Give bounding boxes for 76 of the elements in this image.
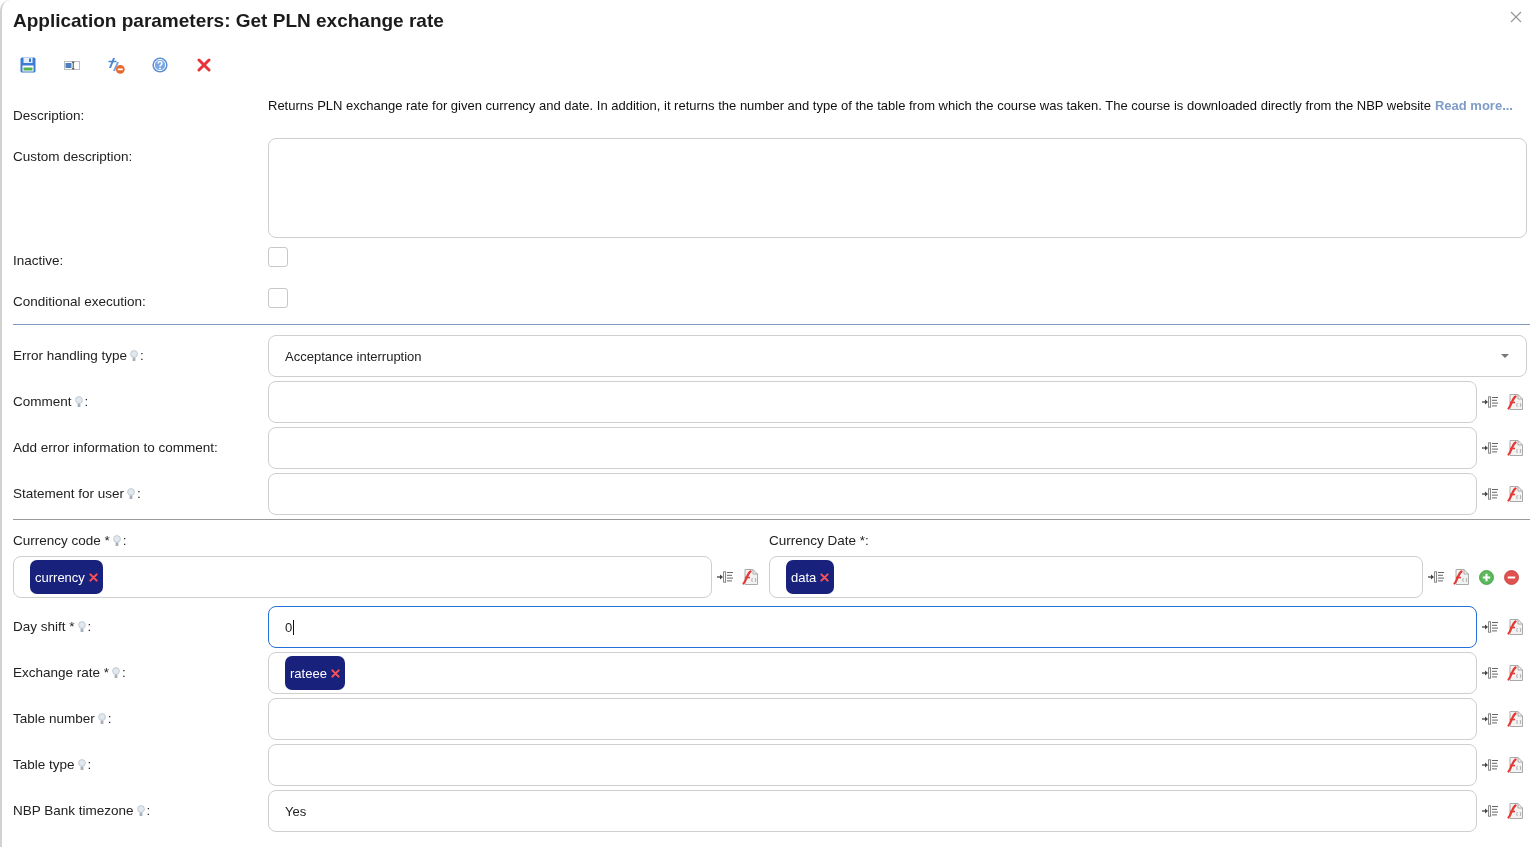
description-text: Returns PLN exchange rate for given currency and date. In addition, it returns the number and type of the table from which the course was taken. The course is downloaded directly from the NBP website Read more... <box>268 98 1514 114</box>
function-icon[interactable] <box>1507 394 1523 410</box>
input-field[interactable] <box>268 473 1477 515</box>
function-icon[interactable] <box>1507 757 1523 773</box>
remove-icon[interactable] <box>1504 569 1519 585</box>
insert-variable-icon[interactable] <box>1482 713 1498 725</box>
insert-variable-icon[interactable] <box>1482 621 1498 633</box>
field-label: Statement for user <box>13 486 125 502</box>
checkbox-label: Inactive: <box>13 252 65 269</box>
field-label: Day shift * <box>13 619 75 635</box>
label-colon: : <box>87 757 92 773</box>
checkbox[interactable] <box>268 247 288 267</box>
function-icon[interactable] <box>1507 803 1523 819</box>
remove-tag-icon[interactable] <box>820 572 830 582</box>
label-colon: : <box>87 619 92 635</box>
cancel-icon[interactable] <box>197 58 211 72</box>
remove-tag-icon[interactable] <box>330 668 340 678</box>
function-icon[interactable] <box>1453 569 1469 585</box>
function-icon[interactable] <box>1507 440 1523 456</box>
checkbox-label: Conditional execution: <box>13 293 147 310</box>
field-label: Exchange rate * <box>13 665 110 681</box>
input-field[interactable]: 0 <box>268 606 1477 648</box>
input-field[interactable] <box>268 744 1477 786</box>
remove-tag-icon[interactable] <box>88 572 98 582</box>
checkbox[interactable] <box>268 288 288 308</box>
label-colon: : <box>122 665 126 681</box>
function-icon[interactable] <box>1507 486 1523 502</box>
insert-variable-icon[interactable] <box>1482 442 1498 454</box>
field-label: Comment <box>13 394 72 410</box>
help-icon[interactable] <box>152 57 168 73</box>
save-icon[interactable] <box>20 57 36 73</box>
field-label: Description: <box>13 107 86 124</box>
text-cursor <box>293 619 295 635</box>
variable-tag[interactable]: rateee <box>285 656 345 690</box>
function-icon[interactable] <box>1507 619 1523 635</box>
translation-icon[interactable] <box>107 56 125 74</box>
custom-description-field[interactable] <box>268 138 1527 238</box>
label-colon: : <box>146 803 151 819</box>
insert-variable-icon[interactable] <box>717 571 733 583</box>
input-field[interactable]: data <box>769 556 1423 598</box>
label-colon: : <box>122 533 127 549</box>
field-label: Table type <box>13 757 75 773</box>
window-title: Application parameters: Get PLN exchange rate <box>13 10 444 32</box>
insert-variable-icon[interactable] <box>1482 667 1498 679</box>
close-icon[interactable] <box>1510 11 1522 23</box>
field-label: Custom description: <box>13 148 134 165</box>
insert-variable-icon[interactable] <box>1482 759 1498 771</box>
field-label: Error handling type <box>13 348 128 364</box>
caret-icon <box>1501 354 1509 358</box>
label-colon: : <box>137 486 141 502</box>
insert-variable-icon[interactable] <box>1482 396 1498 408</box>
label-colon: : <box>107 711 112 727</box>
variable-tag[interactable]: data <box>786 560 835 594</box>
function-icon[interactable] <box>742 569 758 585</box>
text-field-icon[interactable] <box>64 60 80 70</box>
field-label: Table number <box>13 711 95 727</box>
insert-variable-icon[interactable] <box>1482 805 1498 817</box>
function-icon[interactable] <box>1507 665 1523 681</box>
label-colon: : <box>140 348 144 364</box>
field-label: Currency Date *: <box>769 533 869 549</box>
input-field[interactable]: currency <box>13 556 712 598</box>
add-icon[interactable] <box>1479 569 1494 585</box>
input-field[interactable] <box>268 698 1477 740</box>
input-field[interactable] <box>268 427 1477 469</box>
label-colon: : <box>84 394 89 410</box>
field-label: Add error information to comment: <box>13 440 218 456</box>
input-field[interactable]: rateee <box>268 652 1477 694</box>
insert-variable-icon[interactable] <box>1482 488 1498 500</box>
input-field[interactable]: Yes <box>268 790 1477 832</box>
dropdown-field[interactable]: Acceptance interruption <box>268 335 1527 377</box>
insert-variable-icon[interactable] <box>1428 571 1444 583</box>
function-icon[interactable] <box>1507 711 1523 727</box>
field-label: Currency code * <box>13 533 110 549</box>
variable-tag[interactable]: currency <box>30 560 103 594</box>
field-label: NBP Bank timezone <box>13 803 134 819</box>
input-field[interactable] <box>268 381 1477 423</box>
